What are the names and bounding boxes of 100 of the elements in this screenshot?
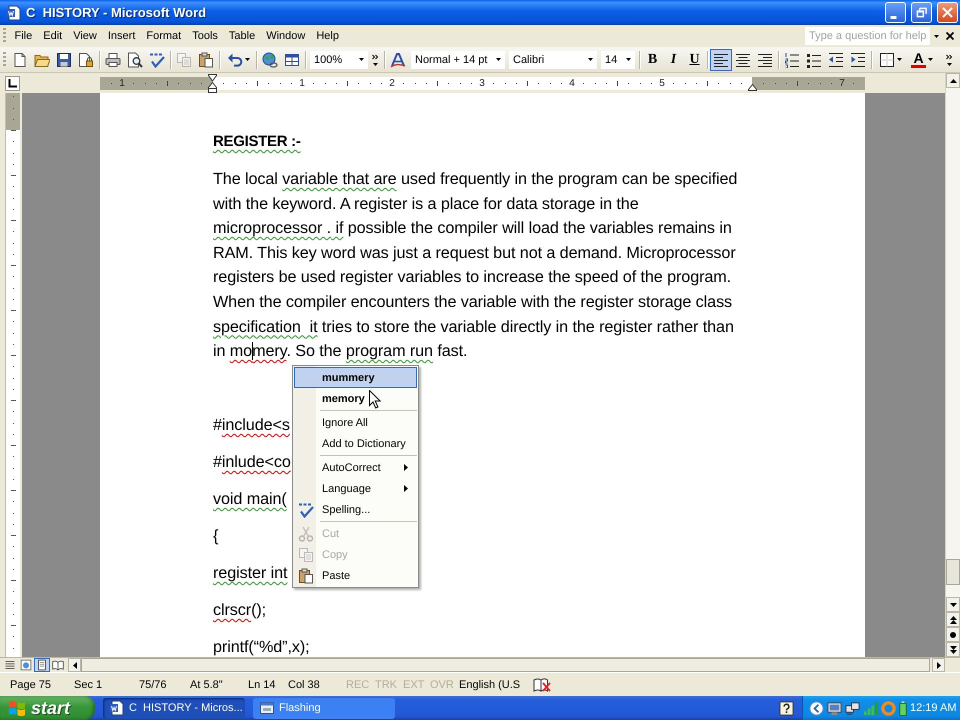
flag-icon: [8, 699, 26, 717]
window-icon: [259, 700, 275, 716]
context-menu-item[interactable]: Language: [294, 478, 417, 499]
status-field: At 5.8": [190, 678, 223, 690]
taskbar-button[interactable]: C HISTORY - Micros...: [103, 698, 245, 718]
print-layout-button[interactable]: [34, 658, 50, 672]
taskbar-button[interactable]: Flashing: [253, 698, 395, 718]
scroll-left-button[interactable]: [68, 658, 81, 672]
align-right-icon: [757, 52, 773, 68]
help-tile-icon[interactable]: [779, 700, 794, 716]
increase-indent-icon: [850, 52, 866, 68]
ruler-number: 4: [569, 77, 575, 90]
clipboard-icon: [198, 52, 214, 68]
next-page-button[interactable]: [946, 642, 960, 657]
zoom-combo[interactable]: 100%: [310, 50, 368, 68]
book-cross-icon[interactable]: [533, 678, 551, 692]
section-heading: REGISTER :-: [213, 132, 301, 152]
bold-button[interactable]: B: [642, 48, 663, 70]
suggestion-menu-item[interactable]: mummery: [294, 367, 417, 388]
numbered-list-icon: [784, 52, 800, 68]
globe-link-icon: [262, 52, 278, 68]
page-lock-icon: [78, 52, 94, 68]
font-combo[interactable]: Calibri: [509, 50, 597, 68]
code-line: {: [213, 526, 218, 548]
italic-button[interactable]: I: [663, 48, 684, 70]
code-line: register int: [213, 563, 288, 584]
status-field: Sec 1: [74, 678, 102, 690]
code-line: printf(“%d”,x);: [213, 637, 310, 657]
battery-icon[interactable]: [899, 700, 907, 716]
menu-item[interactable]: View: [68, 28, 102, 44]
context-menu-item[interactable]: Add to Dictionary: [294, 433, 417, 454]
network-icon[interactable]: [845, 700, 860, 716]
start-button[interactable]: start: [0, 696, 95, 720]
style-combo[interactable]: Normal + 14 pt: [411, 50, 505, 68]
monitor-icon[interactable]: [827, 700, 842, 716]
scroll-down-button[interactable]: [946, 597, 960, 612]
blank-page-icon: [12, 52, 28, 68]
context-menu-item[interactable]: Paste: [294, 565, 417, 586]
ruler-number: 2: [389, 77, 395, 90]
font-color-button[interactable]: A: [906, 48, 938, 70]
close-button[interactable]: [937, 2, 958, 23]
context-menu-item[interactable]: AutoCorrect: [294, 457, 417, 478]
caret-down-icon: [928, 58, 933, 61]
right-indent-marker-icon[interactable]: [748, 84, 756, 91]
clock: 12:19 AM: [910, 702, 956, 714]
grid-window-icon: [284, 52, 300, 68]
help-question-field[interactable]: Type a question for help: [805, 27, 930, 45]
tab-selector-button[interactable]: [5, 76, 20, 91]
mouse-pointer-icon: [369, 390, 381, 409]
ruler-number: 1: [119, 77, 125, 90]
web-view-button[interactable]: [18, 658, 34, 672]
align-left-button[interactable]: [710, 48, 732, 70]
menu-item[interactable]: Window: [260, 28, 311, 44]
menu-item[interactable]: Table: [223, 28, 261, 44]
up-arrow-icon: [950, 78, 956, 82]
grip-handle[interactable]: [3, 28, 6, 44]
grip-handle[interactable]: [3, 52, 6, 68]
ruler-number: 3: [479, 77, 485, 90]
left-arrow-icon: [72, 662, 76, 668]
left-tab-icon: [8, 79, 17, 88]
copy-pages-icon: [176, 52, 192, 68]
window-title: C HISTORY - Microsoft Word: [26, 5, 208, 20]
context-menu-item[interactable]: Spelling...: [294, 499, 417, 520]
align-left-icon: [713, 52, 729, 68]
language-status: English (U.S: [459, 678, 520, 690]
status-field: Page 75: [10, 678, 51, 690]
close-icon: [942, 7, 953, 18]
browse-object-button[interactable]: [946, 627, 960, 642]
chevron-more-icon: [946, 54, 953, 66]
caret-down-icon: [896, 58, 902, 61]
submenu-arrow-icon: [404, 464, 408, 471]
menu-item[interactable]: File: [9, 28, 38, 44]
suggestion-menu-item[interactable]: memory: [294, 388, 417, 409]
caret-down-icon: [934, 34, 939, 38]
menu-item[interactable]: Format: [140, 28, 187, 44]
menu-item[interactable]: Tools: [186, 28, 224, 44]
restore-button[interactable]: [911, 2, 932, 23]
menu-item[interactable]: Insert: [102, 28, 141, 44]
checkmark-icon: [149, 52, 165, 68]
left-indent-marker-icon[interactable]: [208, 74, 216, 93]
minimize-button[interactable]: [885, 2, 906, 23]
letter-brush-icon: [390, 52, 406, 68]
caret-down-icon: [588, 58, 593, 61]
context-menu-item[interactable]: Ignore All: [294, 412, 417, 433]
reading-layout-button[interactable]: [50, 658, 66, 672]
close-icon: [946, 32, 954, 40]
font-size-combo[interactable]: 14: [601, 50, 635, 68]
caret-down-icon: [626, 58, 631, 61]
underline-button[interactable]: U: [684, 48, 705, 70]
scroll-up-button[interactable]: [946, 73, 960, 88]
caret-down-icon: [244, 58, 250, 61]
menu-item[interactable]: Edit: [38, 28, 68, 44]
scrollbar-thumb[interactable]: [81, 658, 930, 672]
submenu-arrow-icon: [404, 485, 408, 492]
double-down-arrow-icon: [950, 646, 956, 654]
caret-down-icon: [496, 58, 501, 61]
scroll-right-button[interactable]: [932, 658, 945, 672]
scrollbar-thumb[interactable]: [946, 559, 960, 585]
previous-page-button[interactable]: [946, 612, 960, 627]
menu-item[interactable]: Help: [310, 28, 344, 44]
